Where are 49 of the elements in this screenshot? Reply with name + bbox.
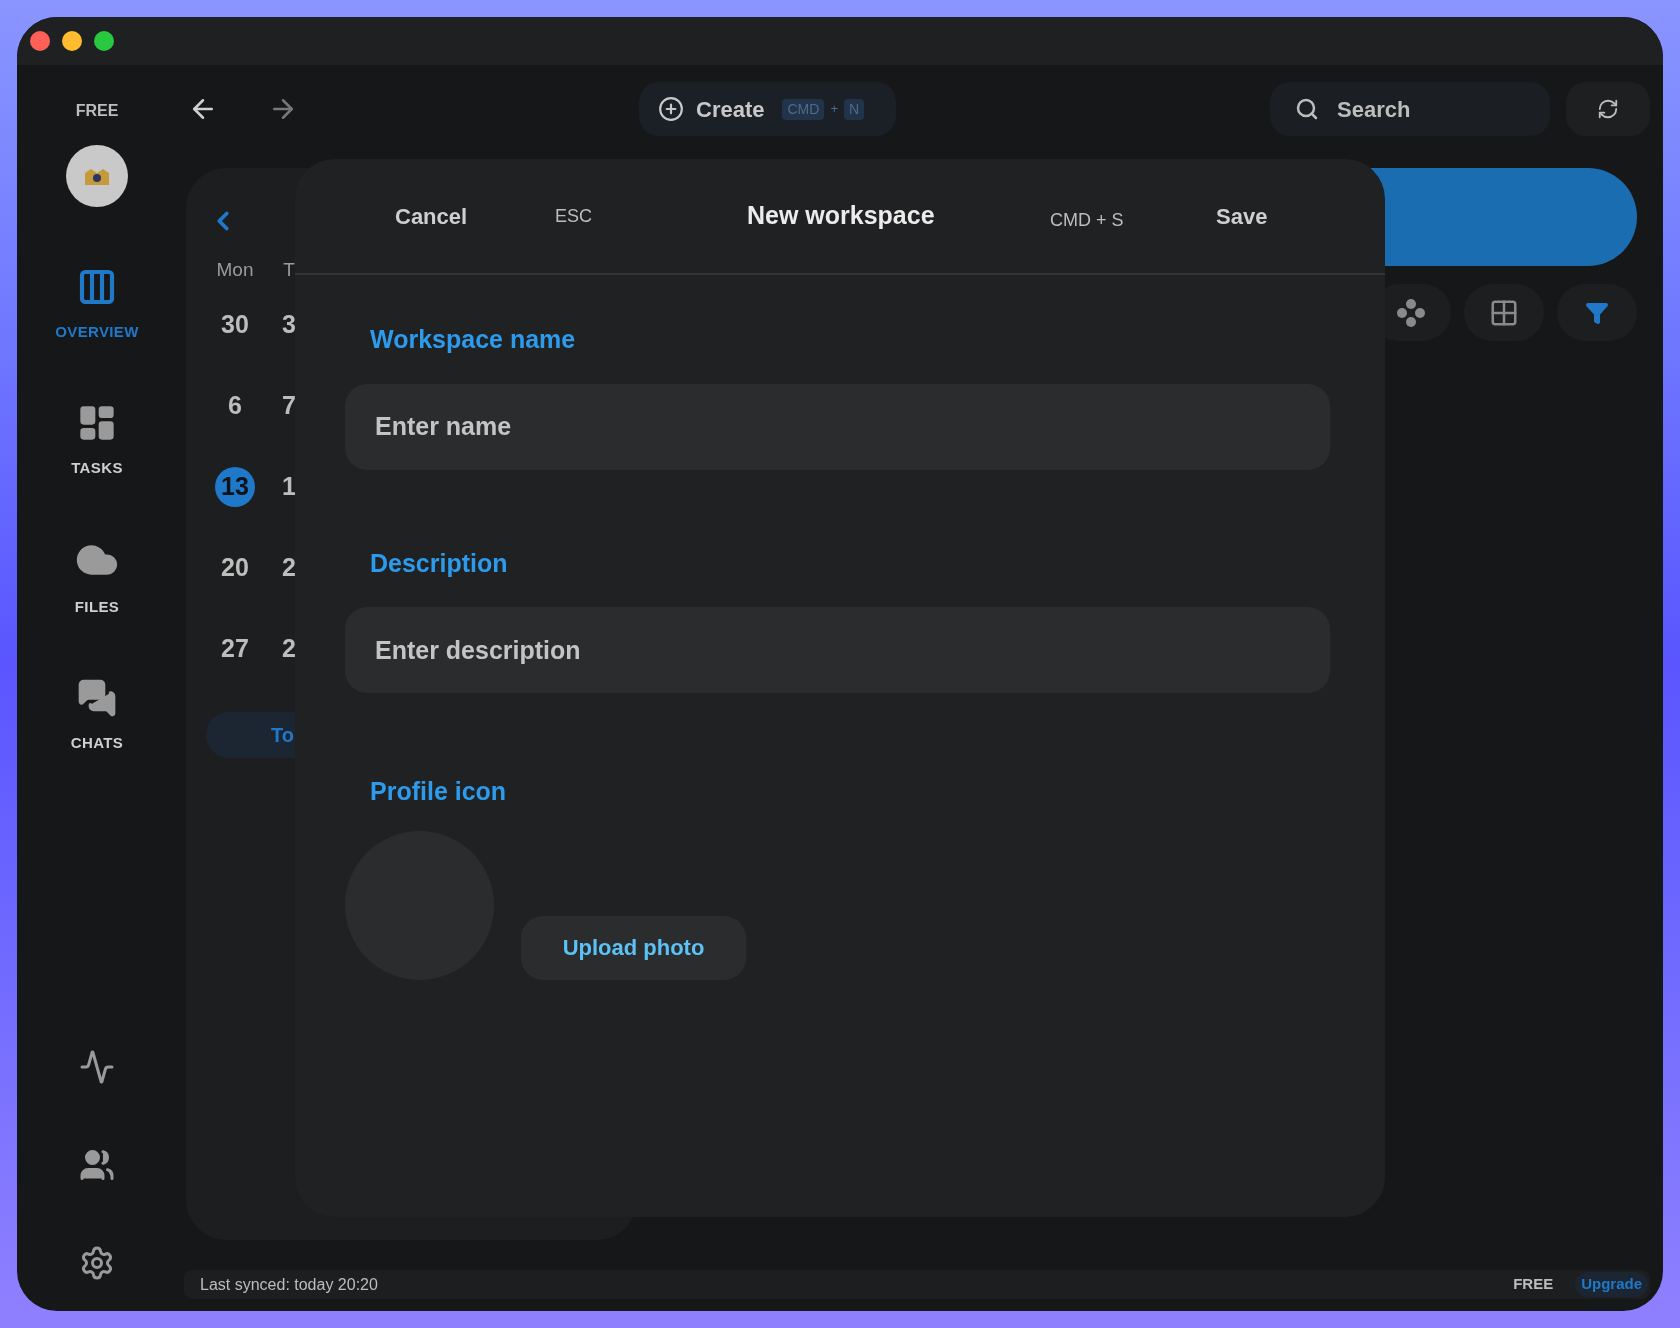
shortcut-hint: CMD + S [1050,209,1124,232]
field-label: Workspace name [370,324,577,355]
sync-icon [1597,98,1619,120]
trend-icon[interactable] [79,1049,115,1085]
plan-label: FREE [75,101,119,121]
minimize-window-icon[interactable] [62,31,82,51]
calendar-day[interactable]: 20 [221,549,249,587]
dialog-title: New workspace [747,200,935,232]
search-field[interactable]: Search [1270,82,1550,136]
weekday-label: Mon [215,258,255,282]
shortcut-hint: ESC [555,204,592,228]
calendar-day[interactable]: 1 [282,468,296,506]
filter-icon [1585,300,1609,325]
zoom-window-icon[interactable] [94,31,114,51]
nav-item[interactable]: OVERVIEW [37,267,157,344]
calendar-day[interactable]: 3 [282,306,296,344]
key-plus: + [830,100,838,119]
key-hint: N [843,98,865,120]
calendar-day[interactable]: 2 [282,549,296,587]
sync-button[interactable] [1566,82,1650,136]
calendar-day[interactable]: 2 [282,630,296,668]
calendar-day[interactable]: 27 [221,630,249,668]
field-label: Profile icon [370,776,508,807]
cancel-button[interactable]: Cancel [395,199,468,233]
team-icon[interactable] [79,1147,115,1183]
dots-icon [1395,296,1427,329]
settings-icon[interactable] [79,1245,115,1281]
nav-item[interactable]: FILES [37,538,157,619]
weekday-label: T [282,258,296,282]
save-button[interactable]: Save [1216,199,1268,233]
calendar-day[interactable]: 13 [215,467,255,507]
key-hint: CMD [782,98,825,120]
columns-icon [77,267,117,307]
search-icon [1295,97,1319,121]
calendar-day[interactable]: 30 [221,306,249,344]
calendar-day[interactable]: 6 [228,387,242,425]
plan-label: FREE [1513,1274,1554,1295]
close-window-icon[interactable] [30,31,50,51]
calendar-day[interactable]: 7 [282,387,296,425]
nav-item[interactable]: TASKS [37,402,157,479]
text-field[interactable]: Enter description [345,607,1330,693]
field-label: Description [370,547,509,579]
create-button[interactable]: Create CMD + N [639,82,896,136]
plus-icon [658,96,684,122]
chat-icon [77,677,117,718]
upload-photo-button[interactable]: Upload photo [521,915,746,980]
text-field[interactable]: Enter name [345,383,1330,470]
sync-status: Last synced: today 20:20 [200,1274,378,1295]
nav-item[interactable]: CHATS [37,677,157,754]
